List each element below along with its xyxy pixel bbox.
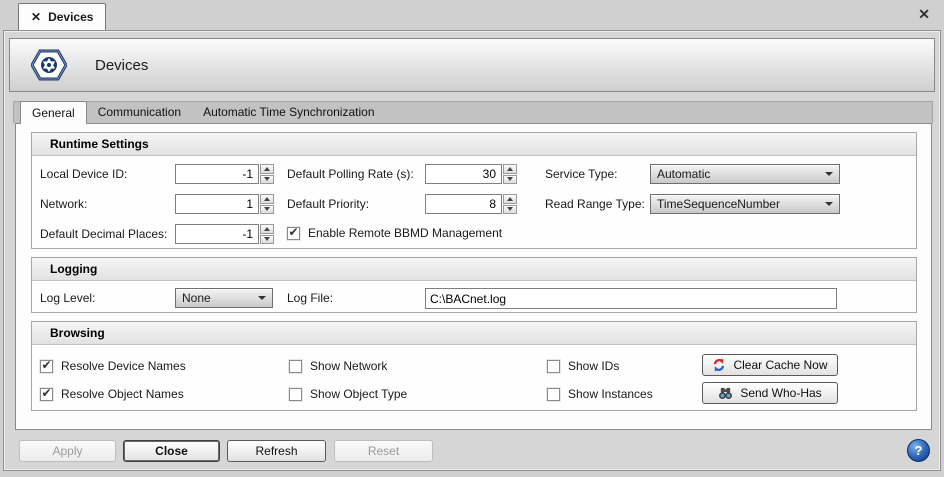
default-polling-rate-label: Default Polling Rate (s):: [287, 164, 414, 184]
window-close-icon[interactable]: ✕: [918, 6, 930, 23]
apply-button[interactable]: Apply: [19, 440, 116, 462]
panel-header: Devices: [9, 38, 935, 92]
default-priority-spinner: [425, 194, 517, 214]
resolve-object-names-checkbox[interactable]: ✔: [40, 388, 53, 401]
log-file-input[interactable]: [425, 288, 837, 309]
settings-tabstrip: General Communication Automatic Time Syn…: [13, 101, 933, 123]
spin-down-button[interactable]: [260, 205, 274, 215]
show-instances-label: Show Instances: [568, 387, 653, 401]
default-decimal-places-input[interactable]: [175, 224, 259, 244]
network-label: Network:: [40, 194, 87, 214]
show-object-type-row: Show Object Type: [289, 387, 407, 401]
tab-general[interactable]: General: [20, 101, 87, 124]
tab-automatic-time-synchronization[interactable]: Automatic Time Synchronization: [192, 101, 385, 123]
resolve-device-names-checkbox[interactable]: ✔: [40, 360, 53, 373]
log-file-label: Log File:: [287, 288, 333, 308]
chevron-down-icon: [258, 296, 266, 300]
send-who-has-button[interactable]: Send Who-Has: [702, 382, 838, 404]
spin-down-button[interactable]: [260, 235, 274, 245]
service-type-label: Service Type:: [545, 164, 617, 184]
browsing-header: Browsing: [32, 322, 916, 345]
spin-up-button[interactable]: [503, 164, 517, 174]
spin-up-button[interactable]: [260, 224, 274, 234]
reset-button[interactable]: Reset: [334, 440, 433, 462]
default-decimal-places-label: Default Decimal Places:: [40, 224, 167, 244]
show-instances-checkbox[interactable]: [547, 388, 560, 401]
resolve-device-names-label: Resolve Device Names: [61, 359, 186, 373]
spin-down-button[interactable]: [503, 205, 517, 215]
show-ids-row: Show IDs: [547, 359, 619, 373]
show-instances-row: Show Instances: [547, 387, 653, 401]
spin-down-button[interactable]: [503, 175, 517, 185]
close-button[interactable]: Close: [123, 440, 220, 462]
chevron-down-icon: [825, 202, 833, 206]
default-decimal-places-spinner: [175, 224, 274, 244]
show-network-checkbox[interactable]: [289, 360, 302, 373]
log-level-value: None: [182, 291, 211, 305]
logging-header: Logging: [32, 258, 916, 281]
read-range-type-select[interactable]: TimeSequenceNumber: [650, 194, 840, 214]
network-input[interactable]: [175, 194, 259, 214]
tab-communication[interactable]: Communication: [87, 101, 192, 123]
devices-settings-screen: ✕ Devices ✕: [0, 0, 944, 477]
enable-bbmd-checkbox[interactable]: ✔: [287, 227, 300, 240]
devices-document-tab[interactable]: ✕ Devices: [18, 3, 106, 30]
resolve-device-names-row: ✔ Resolve Device Names: [40, 359, 186, 373]
network-spinner: [175, 194, 274, 214]
default-polling-rate-input[interactable]: [425, 164, 502, 184]
show-network-row: Show Network: [289, 359, 387, 373]
read-range-type-value: TimeSequenceNumber: [657, 197, 780, 211]
service-type-value: Automatic: [657, 167, 710, 181]
local-device-id-label: Local Device ID:: [40, 164, 127, 184]
show-ids-label: Show IDs: [568, 359, 619, 373]
log-level-select[interactable]: None: [175, 288, 273, 308]
tab-close-icon[interactable]: ✕: [31, 10, 41, 24]
resolve-object-names-row: ✔ Resolve Object Names: [40, 387, 184, 401]
resolve-object-names-label: Resolve Object Names: [61, 387, 184, 401]
binoculars-icon: [718, 386, 733, 400]
clear-cache-now-button[interactable]: Clear Cache Now: [702, 354, 838, 376]
spin-up-button[interactable]: [503, 194, 517, 204]
refresh-button[interactable]: Refresh: [227, 440, 326, 462]
document-tabbar: ✕ Devices ✕: [0, 0, 944, 30]
refresh-cache-icon: [712, 358, 726, 372]
help-button[interactable]: ?: [907, 439, 930, 462]
runtime-settings-header: Runtime Settings: [32, 133, 916, 156]
show-object-type-checkbox[interactable]: [289, 388, 302, 401]
spin-up-button[interactable]: [260, 194, 274, 204]
browsing-group: Browsing ✔ Resolve Device Names ✔ Resolv…: [31, 321, 917, 411]
tab-title: Devices: [48, 10, 93, 24]
devices-panel: Devices General Communication Automatic …: [3, 30, 941, 471]
logging-group: Logging Log Level: None Log File:: [31, 257, 917, 313]
default-priority-label: Default Priority:: [287, 194, 369, 214]
default-priority-input[interactable]: [425, 194, 502, 214]
runtime-settings-group: Runtime Settings Local Device ID: Networ…: [31, 132, 917, 249]
default-polling-rate-spinner: [425, 164, 517, 184]
chevron-down-icon: [825, 172, 833, 176]
show-ids-checkbox[interactable]: [547, 360, 560, 373]
show-network-label: Show Network: [310, 359, 387, 373]
page-title: Devices: [95, 57, 148, 74]
service-type-select[interactable]: Automatic: [650, 164, 840, 184]
spin-down-button[interactable]: [260, 175, 274, 185]
devices-hexagon-icon: [31, 49, 67, 81]
spin-up-button[interactable]: [260, 164, 274, 174]
show-object-type-label: Show Object Type: [310, 387, 407, 401]
local-device-id-input[interactable]: [175, 164, 259, 184]
question-mark-icon: ?: [915, 443, 923, 458]
enable-bbmd-row: ✔ Enable Remote BBMD Management: [287, 226, 502, 240]
enable-bbmd-label: Enable Remote BBMD Management: [308, 226, 502, 240]
local-device-id-spinner: [175, 164, 274, 184]
log-level-label: Log Level:: [40, 288, 95, 308]
read-range-type-label: Read Range Type:: [545, 194, 645, 214]
